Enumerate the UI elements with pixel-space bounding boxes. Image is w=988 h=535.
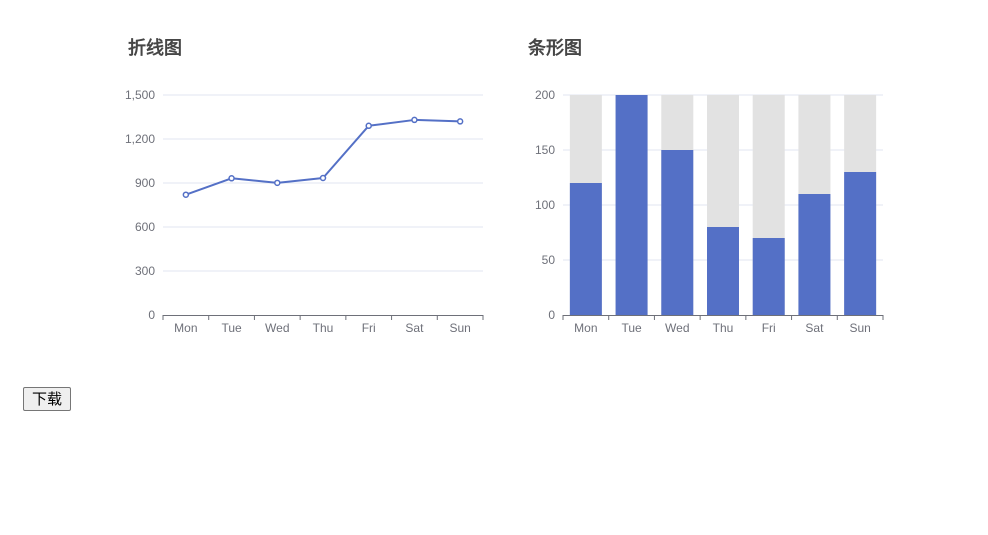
line-series — [185, 118, 461, 196]
chart-title: 折线图 — [128, 37, 182, 58]
download-button[interactable]: 下载 — [23, 387, 71, 411]
data-point — [456, 118, 464, 125]
data-point — [182, 191, 190, 198]
y-tick-label: 1,200 — [125, 132, 155, 146]
x-tick-label: Thu — [713, 321, 734, 335]
x-tick-label: Sat — [805, 321, 824, 335]
y-tick-label: 300 — [135, 264, 155, 278]
line-chart: 折线图 0 300 600 900 1,200 1,500 Mon Tue Wed Thu Fri Sa… — [100, 0, 500, 360]
data-point — [365, 122, 372, 130]
bar — [661, 150, 694, 315]
x-tick-label: Wed — [665, 321, 689, 335]
y-tick-label: 200 — [535, 88, 555, 102]
x-tick-label: Thu — [313, 321, 334, 335]
chart-title: 条形图 — [527, 37, 582, 58]
y-tick-label: 600 — [135, 220, 155, 234]
x-tick-label: Sat — [405, 321, 424, 335]
bar — [707, 227, 739, 315]
data-point — [411, 116, 418, 124]
bar — [798, 194, 831, 315]
y-tick-label: 1,500 — [125, 88, 155, 102]
x-tick-label: Wed — [265, 321, 289, 335]
y-tick-label: 100 — [535, 198, 555, 212]
x-tick-label: Mon — [574, 321, 597, 335]
data-point — [319, 174, 327, 182]
bar-chart: 条形图 0 50 100 150 200 Mon Tue Wed Thu Fri Sat Sun — [500, 0, 900, 360]
bar — [752, 238, 785, 315]
page: 折线图 0 300 600 900 1,200 1,500 Mon Tue Wed Thu Fri Sa… — [0, 0, 988, 535]
data-point — [228, 175, 235, 182]
bar — [844, 172, 877, 315]
y-tick-label: 0 — [548, 308, 555, 322]
bar — [569, 183, 602, 315]
x-tick-label: Sun — [449, 321, 470, 335]
x-tick-label: Fri — [762, 321, 776, 335]
x-tick-label: Tue — [621, 321, 642, 335]
y-tick-label: 900 — [135, 176, 155, 190]
line-chart-svg: 折线图 0 300 600 900 1,200 1,500 Mon Tue Wed Thu Fri Sa… — [125, 37, 484, 335]
y-tick-label: 0 — [148, 308, 155, 322]
x-tick-label: Sun — [849, 321, 870, 335]
y-tick-label: 50 — [542, 253, 556, 267]
bar-chart-svg: 条形图 0 50 100 150 200 Mon Tue Wed Thu Fri Sat Sun — [527, 37, 884, 335]
x-tick-label: Mon — [174, 321, 197, 335]
data-point — [274, 179, 281, 187]
bar — [615, 95, 648, 315]
y-tick-label: 150 — [535, 143, 555, 157]
x-tick-label: Fri — [362, 321, 376, 335]
x-tick-label: Tue — [221, 321, 242, 335]
